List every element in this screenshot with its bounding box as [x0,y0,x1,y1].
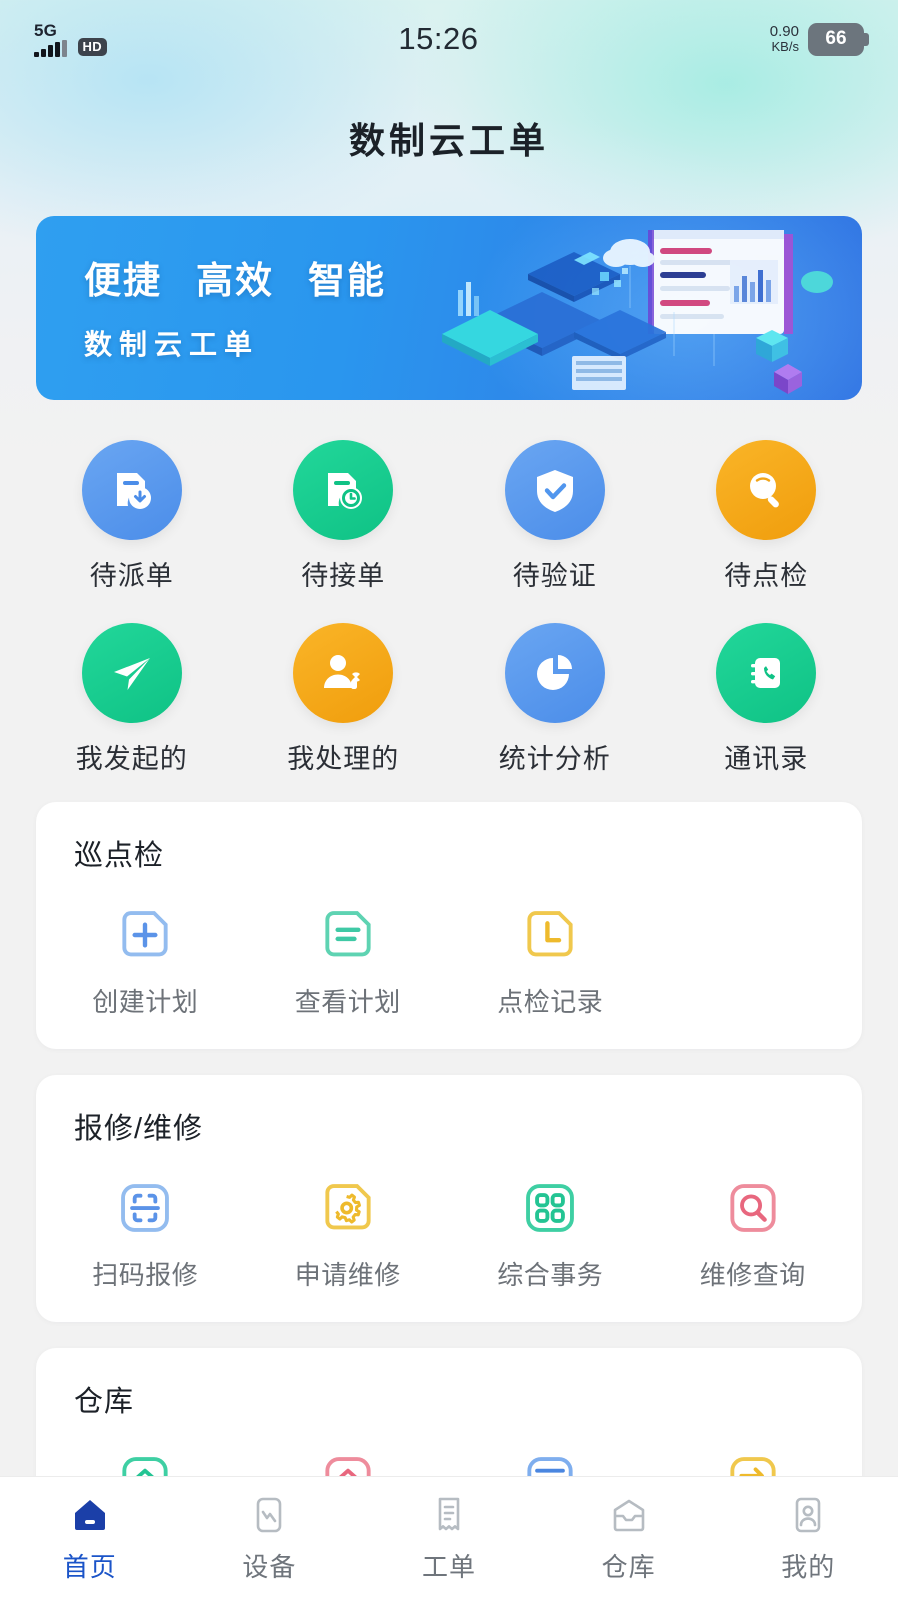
quick-action-statistics[interactable]: 统计分析 [449,623,661,776]
document-dispatch-icon [81,440,182,540]
section-item-label: 查看计划 [294,987,401,1017]
section-item-label: 综合事务 [497,1260,604,1290]
tab-label: 工单 [421,1551,476,1582]
network-speed: 0.90 KB/s [770,24,799,53]
quick-action-label: 待派单 [89,561,174,591]
tab-workorder[interactable]: 工单 [359,1492,539,1584]
document-clock-outline-icon [527,911,573,957]
section-items-grid: 创建计划 查看计划 点检记录 [44,882,854,1019]
banner-keyword-1: 便捷 [84,260,162,301]
banner-illustration [442,230,833,394]
quick-action-pending-dispatch[interactable]: 待派单 [26,440,238,593]
section-item-label: 申请维修 [294,1260,401,1290]
banner-keyword-3: 智能 [308,260,386,301]
tab-warehouse[interactable]: 仓库 [539,1492,719,1584]
hd-icon: HD [77,37,108,56]
app-screen: 5G HD 15:26 0.90 KB/s 66 数制云工单 便捷 高效 智能 … [0,0,898,1598]
bottom-navigation: 首页 设备 工单 仓库 我的 [0,1476,898,1598]
pie-chart-icon [504,623,605,723]
section-card-inspection: 巡点检 创建计划 查看计划 点检记录 [36,802,862,1049]
section-card-repair: 报修/维修 扫码报修 申请维修 综合事务 维修查询 [36,1075,862,1322]
person-wrench-icon [293,623,394,723]
quick-action-label: 待接单 [301,561,386,591]
banner-keyword-2: 高效 [196,260,274,301]
quick-action-my-initiated[interactable]: 我发起的 [26,623,238,776]
section-title: 巡点检 [74,840,165,872]
quick-action-pending-inspection[interactable]: 待点检 [661,440,873,593]
section-item-label: 扫码报修 [92,1260,199,1290]
banner-keywords: 便捷 高效 智能 [84,250,386,304]
signal-bars-icon [34,39,67,57]
tab-label: 仓库 [601,1551,656,1582]
section-item-label: 创建计划 [92,987,199,1017]
document-clock-icon [293,440,394,540]
shield-check-icon [504,440,605,540]
tab-label: 设备 [242,1551,297,1582]
section-item-apply-repair[interactable]: 申请维修 [247,1177,450,1292]
battery-icon: 66 [807,22,869,56]
search-record-icon [730,1184,776,1232]
section-item-create-plan[interactable]: 创建计划 [44,904,247,1019]
section-item-general-affairs[interactable]: 综合事务 [449,1177,652,1292]
quick-action-pending-accept[interactable]: 待接单 [238,440,450,593]
magnifier-icon [716,440,817,540]
section-item-inspection-records[interactable]: 点检记录 [449,904,652,1019]
signal-indicator: 5G [34,22,67,57]
quick-action-contacts[interactable]: 通讯录 [661,623,873,776]
section-item-label: 维修查询 [699,1260,806,1290]
quick-action-label: 统计分析 [498,744,611,774]
section-title: 报修/维修 [74,1113,204,1145]
tab-home[interactable]: 首页 [0,1492,180,1584]
tab-device[interactable]: 设备 [180,1492,360,1584]
status-bar: 5G HD 15:26 0.90 KB/s 66 [0,0,898,78]
status-bar-right: 0.90 KB/s 66 [770,22,869,56]
section-items-grid: 扫码报修 申请维修 综合事务 维修查询 [44,1155,854,1292]
section-item-scan-report[interactable]: 扫码报修 [44,1177,247,1292]
workorder-icon [438,1497,460,1530]
promo-banner[interactable]: 便捷 高效 智能 数制云工单 [36,216,862,400]
home-icon [74,1499,105,1530]
quick-actions-grid: 待派单 待接单 待验证 待点检 我发起的 我处理的 统计分析 通讯录 [26,440,872,776]
section-item-label: 点检记录 [497,987,604,1017]
device-icon [257,1497,282,1532]
scan-code-icon [121,1184,170,1232]
network-type-label: 5G [34,20,58,40]
section-item-view-plan[interactable]: 查看计划 [247,904,450,1019]
banner-subtitle: 数制云工单 [84,329,260,360]
document-gear-icon [325,1184,371,1230]
quick-action-label: 通讯录 [724,744,809,774]
tab-profile[interactable]: 我的 [718,1492,898,1584]
warehouse-icon [613,1499,644,1531]
quick-action-label: 待点检 [724,561,809,591]
tab-label: 首页 [62,1551,117,1582]
grid-four-icon [526,1184,575,1232]
network-speed-value: 0.90 [769,23,799,41]
banner-text: 便捷 高效 智能 数制云工单 [84,250,386,363]
quick-action-my-handled[interactable]: 我处理的 [238,623,450,776]
quick-action-pending-verify[interactable]: 待验证 [449,440,661,593]
document-lines-icon [325,911,371,957]
network-speed-unit: KB/s [771,39,799,55]
section-item-repair-query[interactable]: 维修查询 [652,1177,855,1292]
status-bar-clock: 15:26 [398,21,479,56]
document-plus-icon [122,911,168,957]
status-bar-left: 5G HD [34,22,108,57]
quick-action-label: 我发起的 [75,744,188,774]
tab-label: 我的 [781,1551,836,1582]
quick-action-label: 我处理的 [287,744,400,774]
quick-action-label: 待验证 [512,561,597,591]
contact-book-icon [716,623,817,723]
paper-plane-icon [81,623,182,723]
section-title: 仓库 [74,1386,135,1418]
page-title: 数制云工单 [348,120,549,161]
profile-icon [795,1497,821,1532]
